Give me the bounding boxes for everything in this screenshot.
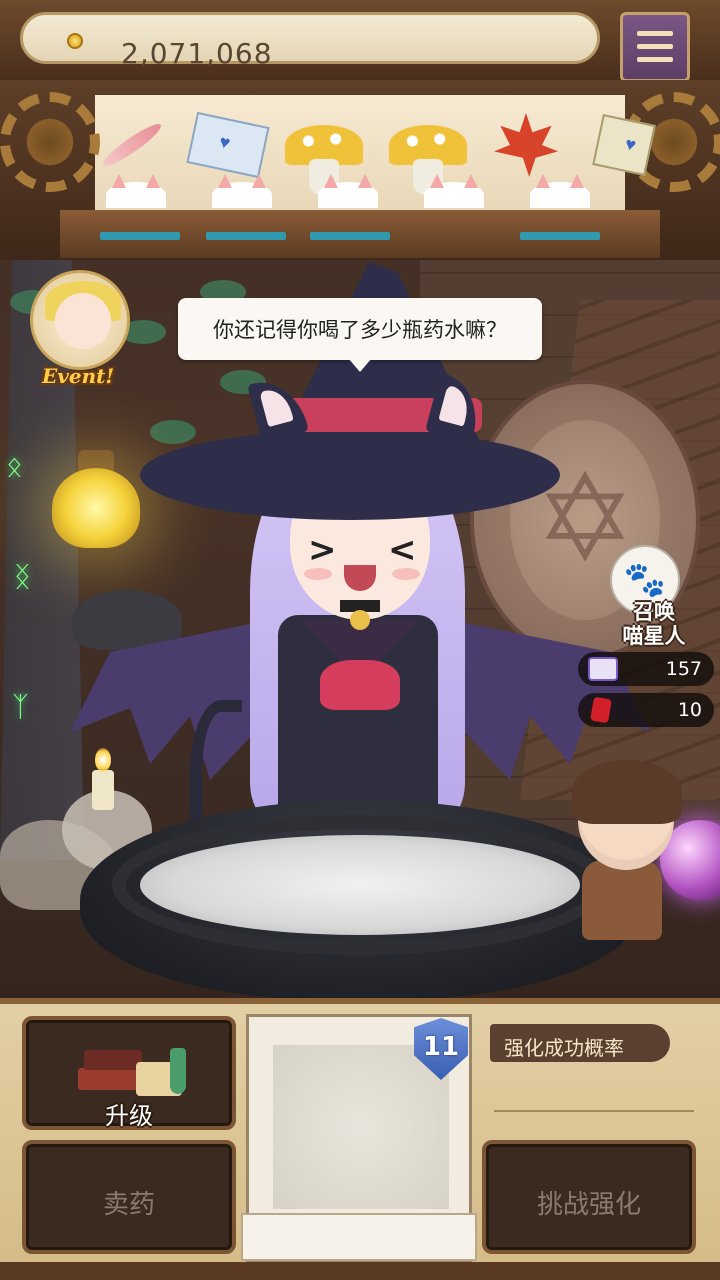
brew-progress-bar: [520, 232, 600, 240]
menu-icon: [637, 57, 673, 62]
bottom-edge: [0, 1262, 720, 1280]
red-bow: [320, 660, 400, 710]
squint-eye-icon: >: [308, 530, 337, 570]
glowing-rune-icon: ᛝ: [14, 560, 31, 593]
progress-fill: [206, 232, 286, 240]
yellow-mushroom-icon: [285, 125, 363, 195]
glowing-rune-icon: ᛉ: [12, 690, 29, 723]
success-rate-tag: 强化成功概率: [490, 1024, 670, 1062]
summon-label-line1: 召唤: [633, 600, 675, 624]
chibi-helper-hair: [572, 760, 682, 824]
dialogue-text: 你还记得你喝了多少瓶药水嘛？: [213, 318, 507, 342]
cat-ear-tag: [424, 182, 484, 208]
shelf-item-letter[interactable]: [580, 105, 668, 185]
shelf-item-feather[interactable]: [88, 105, 176, 185]
love-letter-icon: [186, 111, 270, 179]
maple-leaf-icon: [494, 113, 558, 177]
top-bar: 2,071,068: [0, 0, 720, 82]
sell-label: 卖药: [102, 1190, 155, 1220]
cat-ear-tag: [318, 182, 378, 208]
gem-count: 10: [677, 699, 702, 721]
leaf-icon: [150, 420, 196, 444]
glowing-rune-icon: ᛟ: [6, 450, 23, 483]
ticket-counter: 157: [578, 652, 714, 686]
flame-icon: [95, 748, 111, 772]
cauldron-rim: [112, 815, 608, 955]
speech-bubble[interactable]: 你还记得你喝了多少瓶药水嘛？: [178, 298, 542, 372]
cat-ear-tag: [212, 182, 272, 208]
yellow-mushroom-icon: [389, 125, 467, 195]
event-button[interactable]: [30, 270, 130, 370]
paw-icon: 🐾: [623, 560, 667, 600]
shelf-item-mushroom[interactable]: [280, 105, 368, 195]
upgrade-label: 升级: [105, 1102, 153, 1130]
blush: [304, 568, 332, 580]
menu-icon: [637, 44, 673, 49]
blush: [392, 568, 420, 580]
summon-label-line2: 喵星人: [622, 624, 686, 648]
shelf-item-maple-leaf[interactable]: [482, 105, 570, 185]
cat-ticket-icon: [588, 657, 618, 681]
cat-ear-tag: [530, 182, 590, 208]
letter-icon: [592, 113, 656, 177]
success-rate-label: 强化成功概率: [504, 1036, 624, 1060]
menu-icon: [637, 31, 673, 36]
coin-counter: 2,071,068: [20, 12, 600, 70]
lantern-icon: [52, 468, 140, 548]
coin-value: 2,071,068: [121, 37, 273, 70]
event-character-portrait: [55, 293, 111, 349]
challenge-enhance-button[interactable]: 挑战强化: [482, 1140, 696, 1254]
feather-icon: [99, 119, 165, 171]
menu-button[interactable]: [620, 12, 690, 82]
gem-counter: 10: [578, 693, 714, 727]
witch-hat-brim: [140, 430, 560, 520]
red-gem-icon: [590, 696, 612, 724]
bell-icon: [350, 610, 370, 630]
squint-eye-icon: <: [388, 530, 417, 570]
summon-label[interactable]: 召唤 喵星人: [608, 600, 700, 648]
cat-ear-tag: [106, 182, 166, 208]
event-label[interactable]: Event!: [42, 364, 114, 388]
brew-progress-bar: [310, 232, 390, 240]
potion-card-image: [273, 1045, 449, 1209]
divider: [494, 1110, 694, 1112]
candle-icon: [92, 770, 114, 810]
potion-card-footer: [241, 1213, 477, 1261]
brew-progress-bar: [206, 232, 286, 240]
progress-fill: [100, 232, 180, 240]
challenge-label: 挑战强化: [536, 1190, 641, 1220]
progress-fill: [310, 232, 390, 240]
sell-potion-button[interactable]: 卖药: [22, 1140, 236, 1254]
gold-coin-icon: [67, 33, 83, 49]
shelf-item-mushroom[interactable]: [384, 105, 472, 195]
shelf-item-love-letter[interactable]: [184, 105, 272, 185]
chibi-helper-body: [582, 860, 662, 940]
gear-icon: [0, 92, 100, 192]
progress-fill: [520, 232, 600, 240]
upgrade-button[interactable]: 升级: [22, 1016, 236, 1130]
brew-progress-bar: [100, 232, 180, 240]
ticket-count: 157: [665, 658, 702, 680]
level-value: 11: [422, 1032, 460, 1062]
